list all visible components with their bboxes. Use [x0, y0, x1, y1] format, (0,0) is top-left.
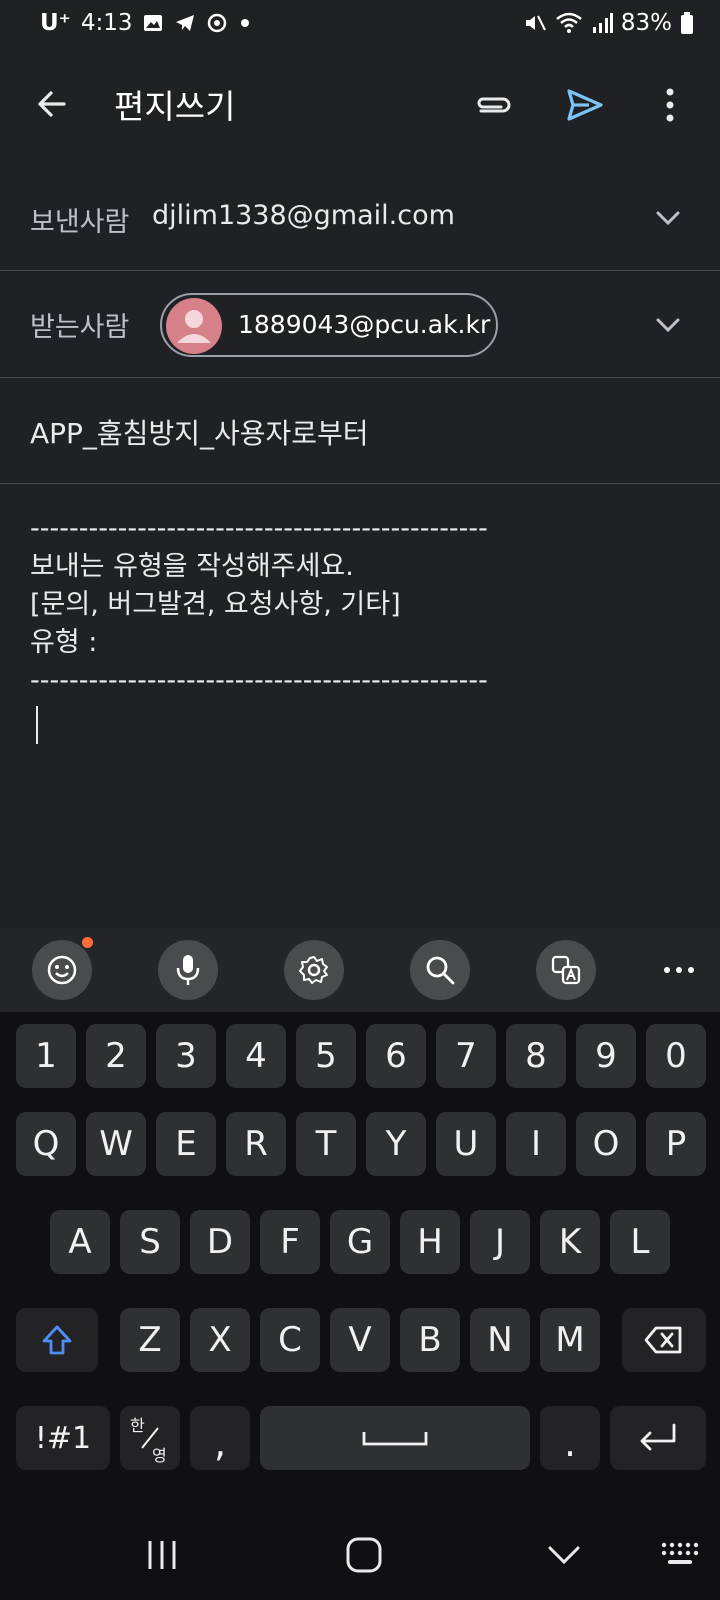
recipient-chip[interactable]: 1889043@pcu.ak.kr — [160, 293, 498, 357]
key-f[interactable]: F — [260, 1210, 320, 1274]
key-o[interactable]: O — [576, 1112, 636, 1176]
telegram-icon — [174, 12, 196, 34]
language-key[interactable]: 한 영 — [120, 1406, 180, 1470]
gallery-icon — [142, 12, 164, 34]
key-a[interactable]: A — [50, 1210, 110, 1274]
key-l[interactable]: L — [610, 1210, 670, 1274]
mic-icon[interactable] — [158, 940, 218, 1000]
text-cursor — [36, 706, 38, 744]
more-horiz-icon[interactable] — [654, 948, 704, 992]
key-r[interactable]: R — [226, 1112, 286, 1176]
keyboard-icon[interactable] — [650, 1530, 710, 1580]
signal-icon — [591, 11, 613, 35]
key-s[interactable]: S — [120, 1210, 180, 1274]
app-bar: 편지쓰기 — [0, 52, 720, 156]
key-c[interactable]: C — [260, 1308, 320, 1372]
key-6[interactable]: 6 — [366, 1024, 426, 1088]
shift-key[interactable] — [16, 1308, 98, 1372]
to-row[interactable]: 받는사람 1889043@pcu.ak.kr — [0, 271, 720, 378]
key-4[interactable]: 4 — [226, 1024, 286, 1088]
key-z[interactable]: Z — [120, 1308, 180, 1372]
enter-icon — [640, 1423, 676, 1451]
symbols-key[interactable]: !#1 — [16, 1406, 110, 1470]
emoji-icon[interactable] — [32, 937, 93, 1000]
backspace-key[interactable] — [622, 1308, 706, 1372]
backspace-icon — [644, 1326, 682, 1354]
sync-icon — [206, 12, 228, 34]
key-5[interactable]: 5 — [296, 1024, 356, 1088]
send-icon[interactable] — [560, 80, 610, 130]
key-n[interactable]: N — [470, 1308, 530, 1372]
key-0[interactable]: 0 — [646, 1024, 706, 1088]
battery-icon — [680, 11, 694, 35]
body-line: ----------------------------------------… — [30, 513, 488, 544]
body-line: ----------------------------------------… — [30, 665, 488, 696]
key-3[interactable]: 3 — [156, 1024, 216, 1088]
space-bar-icon — [362, 1432, 428, 1446]
key-q[interactable]: Q — [16, 1112, 76, 1176]
recents-icon[interactable] — [132, 1530, 192, 1580]
key-b[interactable]: B — [400, 1308, 460, 1372]
body-line: 보내는 유형을 작성해주세요. — [30, 551, 354, 582]
paperclip-icon[interactable] — [468, 80, 518, 130]
avatar — [166, 298, 222, 354]
subject-field[interactable]: APP_훔침방지_사용자로부터 — [0, 378, 720, 484]
key-8[interactable]: 8 — [506, 1024, 566, 1088]
key-g[interactable]: G — [330, 1210, 390, 1274]
back-down-icon[interactable] — [534, 1530, 594, 1580]
status-bar: U⁺ 4:13 83% — [0, 0, 720, 52]
key-k[interactable]: K — [540, 1210, 600, 1274]
key-h[interactable]: H — [400, 1210, 460, 1274]
key-y[interactable]: Y — [366, 1112, 426, 1176]
clock: 4:13 — [80, 10, 133, 36]
shift-icon — [42, 1325, 72, 1355]
period-key[interactable]: . — [540, 1406, 600, 1470]
navigation-bar — [0, 1510, 720, 1600]
key-w[interactable]: W — [86, 1112, 146, 1176]
key-t[interactable]: T — [296, 1112, 356, 1176]
key-7[interactable]: 7 — [436, 1024, 496, 1088]
key-m[interactable]: M — [540, 1308, 600, 1372]
settings-icon[interactable] — [284, 940, 344, 1000]
from-row[interactable]: 보낸사람 djlim1338@gmail.com — [0, 166, 720, 271]
key-x[interactable]: X — [190, 1308, 250, 1372]
dot-icon — [238, 16, 252, 30]
key-i[interactable]: I — [506, 1112, 566, 1176]
key-e[interactable]: E — [156, 1112, 216, 1176]
comma-key[interactable]: , — [190, 1406, 250, 1470]
key-v[interactable]: V — [330, 1308, 390, 1372]
home-icon[interactable] — [334, 1530, 394, 1580]
lang-english-label: 영 — [152, 1446, 167, 1465]
recipient-email: 1889043@pcu.ak.kr — [238, 310, 491, 339]
from-value: djlim1338@gmail.com — [152, 200, 455, 231]
key-d[interactable]: D — [190, 1210, 250, 1274]
keyboard-toolbar — [0, 928, 720, 1012]
body-line: [문의, 버그발견, 요청사항, 기타] — [30, 589, 401, 620]
from-label: 보낸사람 — [30, 207, 130, 238]
key-2[interactable]: 2 — [86, 1024, 146, 1088]
wifi-icon — [555, 11, 583, 35]
key-1[interactable]: 1 — [16, 1024, 76, 1088]
mute-icon — [523, 11, 547, 35]
chevron-down-icon[interactable] — [652, 309, 684, 341]
key-u[interactable]: U — [436, 1112, 496, 1176]
back-arrow-icon[interactable] — [30, 82, 74, 126]
space-key[interactable] — [260, 1406, 530, 1470]
notification-dot — [82, 937, 93, 948]
search-icon[interactable] — [410, 940, 470, 1000]
to-label: 받는사람 — [30, 312, 130, 343]
more-vert-icon[interactable] — [648, 80, 692, 130]
carrier-label: U⁺ — [40, 10, 71, 36]
key-j[interactable]: J — [470, 1210, 530, 1274]
body-editor[interactable]: ----------------------------------------… — [30, 510, 700, 700]
subject-text: APP_훔침방지_사용자로부터 — [30, 417, 369, 450]
enter-key[interactable] — [610, 1406, 706, 1470]
translate-icon[interactable] — [536, 940, 596, 1000]
chevron-down-icon[interactable] — [652, 202, 684, 234]
body-line: 유형 : — [30, 627, 98, 658]
page-title: 편지쓰기 — [114, 87, 236, 126]
key-p[interactable]: P — [646, 1112, 706, 1176]
battery-percent: 83% — [620, 10, 672, 36]
key-9[interactable]: 9 — [576, 1024, 636, 1088]
